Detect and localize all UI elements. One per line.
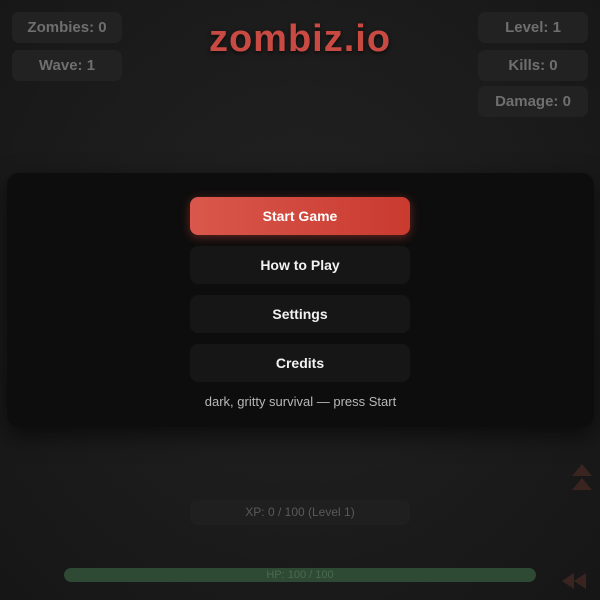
main-menu-panel: Start Game How to Play Settings Credits … (7, 173, 594, 427)
hp-label: HP: 100 / 100 (266, 569, 334, 581)
chevron-up-icon (572, 464, 592, 490)
how-to-play-button[interactable]: How to Play (190, 246, 410, 284)
level-counter: Level: 1 (478, 12, 588, 43)
chevron-left-icon (562, 573, 586, 589)
zombies-counter: Zombies: 0 (12, 12, 122, 43)
start-game-button[interactable]: Start Game (190, 197, 410, 235)
xp-bar: XP: 0 / 100 (Level 1) (190, 500, 410, 525)
game-stage[interactable]: Zombies: 0 Wave: 1 zombiz.io Level: 1 Ki… (0, 0, 600, 600)
game-logo: zombiz.io (208, 18, 392, 60)
kills-counter: Kills: 0 (478, 50, 588, 81)
wave-counter: Wave: 1 (12, 50, 122, 81)
credits-button[interactable]: Credits (190, 344, 410, 382)
settings-button[interactable]: Settings (190, 295, 410, 333)
hp-bar: HP: 100 / 100 (64, 568, 536, 582)
menu-tagline: dark, gritty survival — press Start (204, 394, 397, 409)
damage-counter: Damage: 0 (478, 86, 588, 117)
